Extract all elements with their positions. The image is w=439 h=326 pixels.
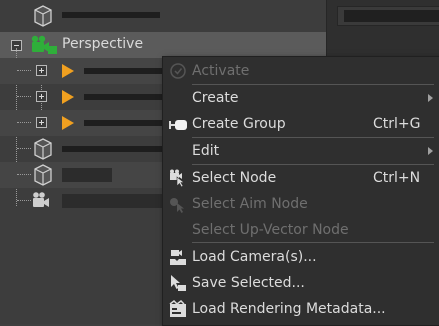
attribute-field[interactable] xyxy=(337,6,439,26)
menu-item-load-cameras[interactable]: Load Camera(s)... xyxy=(163,244,439,270)
cube-icon xyxy=(34,138,52,160)
tree-line xyxy=(17,200,31,201)
camera-group-icon xyxy=(31,35,57,54)
menu-item-load-rendering-metadata[interactable]: Load Rendering Metadata... xyxy=(163,296,439,322)
group-icon xyxy=(169,120,187,130)
menu-item-label: Select Aim Node xyxy=(192,196,308,212)
menu-item-edit[interactable]: Edit xyxy=(163,138,439,164)
menu-item-create-group[interactable]: Create Group Ctrl+G xyxy=(163,111,439,137)
load-camera-icon xyxy=(170,250,186,265)
node-name-redacted xyxy=(62,168,112,182)
tree-line xyxy=(17,96,31,97)
menu-item-save-selected[interactable]: Save Selected... xyxy=(163,270,439,296)
node-name-redacted xyxy=(84,120,162,126)
select-node-icon xyxy=(170,169,185,187)
menu-item-select-up-vector-node[interactable]: Select Up-Vector Node xyxy=(163,217,439,243)
menu-item-label: Select Node xyxy=(192,170,277,186)
tree-line xyxy=(17,70,31,71)
save-selected-icon xyxy=(171,275,186,291)
outliner-row-top[interactable] xyxy=(0,4,326,30)
play-icon xyxy=(62,64,74,78)
menu-item-select-node[interactable]: Select Node Ctrl+N xyxy=(163,165,439,191)
submenu-arrow-icon xyxy=(428,147,433,155)
outliner-row-perspective[interactable]: Perspective xyxy=(0,32,326,58)
menu-item-label: Edit xyxy=(192,143,220,159)
menu-item-create[interactable]: Create xyxy=(163,85,439,111)
menu-item-label: Save Selected... xyxy=(192,275,305,291)
select-aim-icon xyxy=(170,198,184,213)
expand-toggle[interactable] xyxy=(36,65,47,76)
expand-toggle[interactable] xyxy=(36,91,47,102)
context-menu: Activate Create Create Group Ctrl+G Edit… xyxy=(162,56,439,326)
node-name-redacted xyxy=(84,68,162,74)
node-name-redacted xyxy=(62,146,162,152)
play-icon xyxy=(62,116,74,130)
menu-item-label: Load Rendering Metadata... xyxy=(192,301,386,317)
activate-icon xyxy=(170,63,186,79)
tree-line xyxy=(17,122,31,123)
cube-icon xyxy=(34,5,52,27)
node-name-redacted xyxy=(62,194,162,208)
menu-item-shortcut: Ctrl+N xyxy=(373,170,421,186)
play-icon xyxy=(62,90,74,104)
menu-item-label: Create xyxy=(192,90,239,106)
menu-item-label: Load Camera(s)... xyxy=(192,249,317,265)
menu-item-activate[interactable]: Activate xyxy=(163,58,439,84)
metadata-icon xyxy=(169,300,186,317)
menu-separator xyxy=(192,242,434,243)
camera-icon xyxy=(33,192,49,207)
menu-item-label: Activate xyxy=(192,63,250,79)
menu-item-label: Select Up-Vector Node xyxy=(192,222,349,238)
node-name-redacted xyxy=(84,94,162,100)
tree-line xyxy=(17,174,31,175)
cube-icon xyxy=(34,164,52,186)
perspective-label: Perspective xyxy=(62,36,144,52)
tree-line xyxy=(17,148,31,149)
expand-toggle[interactable] xyxy=(36,117,47,128)
menu-item-shortcut: Ctrl+G xyxy=(373,116,421,132)
node-name-redacted xyxy=(62,12,160,18)
submenu-arrow-icon xyxy=(428,94,433,102)
menu-item-label: Create Group xyxy=(192,116,286,132)
menu-item-select-aim-node[interactable]: Select Aim Node xyxy=(163,191,439,217)
